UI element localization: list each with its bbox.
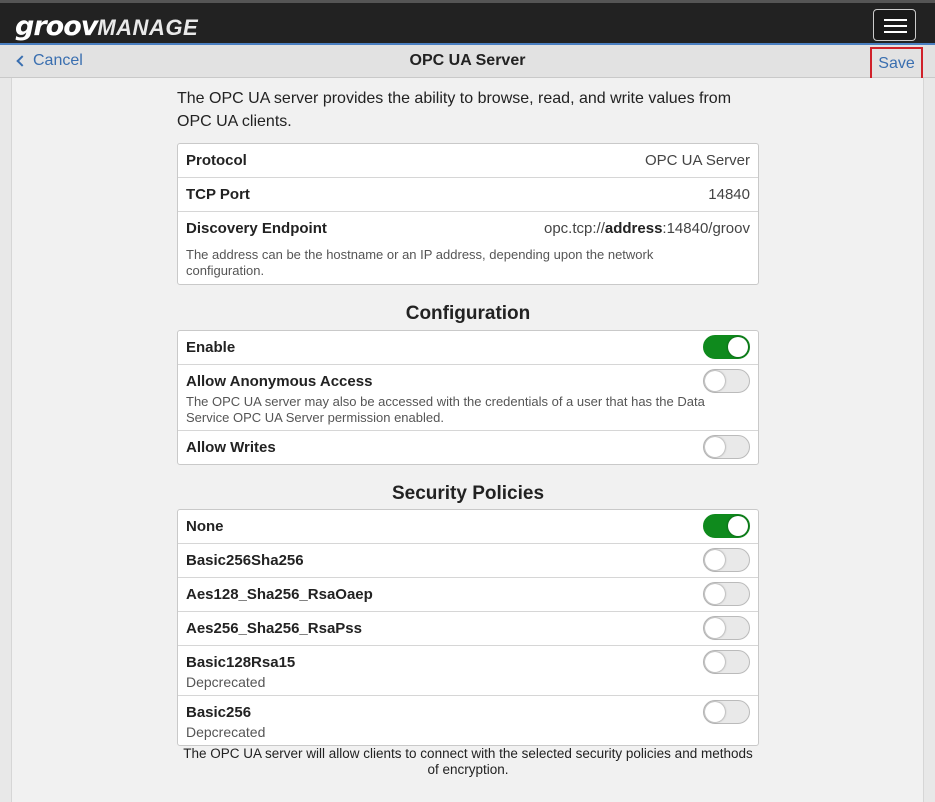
menu-bar-icon [884, 19, 907, 21]
toggle-knob [728, 337, 748, 357]
tcp-port-row: TCP Port 14840 [178, 178, 758, 212]
security-policy-label: Aes128_Sha256_RsaOaep [186, 586, 373, 603]
security-policy-row: Basic128Rsa15 Depcrecated [178, 646, 758, 696]
allow-writes-label: Allow Writes [186, 439, 276, 456]
security-policy-toggle[interactable] [703, 700, 750, 724]
security-policy-toggle[interactable] [703, 548, 750, 572]
toggle-knob [705, 652, 725, 672]
protocol-label: Protocol [186, 152, 247, 169]
security-policy-label: Basic256 [186, 704, 252, 721]
configuration-card: Enable Allow Anonymous Access The OPC UA… [177, 330, 759, 465]
protocol-value: OPC UA Server [644, 152, 750, 169]
security-policy-row: Basic256Sha256 [178, 544, 758, 578]
discovery-endpoint-row: Discovery Endpoint opc.tcp://address:148… [178, 212, 758, 284]
toggle-knob [705, 702, 725, 722]
endpoint-note: The address can be the hostname or an IP… [186, 247, 654, 278]
security-policy-deprecated-note: Depcrecated [186, 724, 266, 740]
allow-writes-toggle[interactable] [703, 435, 750, 459]
toggle-knob [705, 584, 725, 604]
page-title: OPC UA Server [409, 52, 526, 69]
configuration-heading: Configuration [405, 303, 531, 324]
endpoint-address: address [604, 220, 663, 237]
groov-manage-logo: groovMANAGE [15, 11, 198, 42]
tcp-port-label: TCP Port [186, 186, 250, 203]
security-policy-row: Basic256 Depcrecated [178, 696, 758, 745]
protocol-row: Protocol OPC UA Server [178, 144, 758, 178]
endpoint-suffix: :14840/groov [662, 220, 750, 237]
enable-label: Enable [186, 339, 236, 356]
enable-toggle[interactable] [703, 335, 750, 359]
security-policy-toggle[interactable] [703, 650, 750, 674]
tcp-port-value: 14840 [708, 186, 750, 203]
save-button[interactable]: Save [870, 47, 923, 80]
anonymous-access-row: Allow Anonymous Access The OPC UA server… [178, 365, 758, 431]
security-policy-label: Basic256Sha256 [186, 552, 304, 569]
security-policy-label: Aes256_Sha256_RsaPss [186, 620, 362, 637]
security-policy-toggle[interactable] [703, 582, 750, 606]
toggle-knob [705, 618, 725, 638]
navigation-bar: Cancel OPC UA Server Save [0, 43, 935, 80]
security-policy-row: None [178, 510, 758, 544]
security-policy-toggle[interactable] [703, 616, 750, 640]
security-policies-card: None Basic256Sha256 Aes128_Sha256_RsaOaep A… [177, 509, 759, 746]
allow-writes-row: Allow Writes [178, 431, 758, 464]
logo-groov-text: groov [15, 11, 98, 42]
toggle-knob [705, 371, 725, 391]
intro-text: The OPC UA server provides the ability t… [177, 90, 732, 130]
security-footnote: The OPC UA server will allow clients to … [183, 746, 753, 777]
top-bar: groovMANAGE [0, 0, 935, 43]
security-policy-deprecated-note: Depcrecated [186, 674, 266, 690]
menu-bar-icon [884, 31, 907, 33]
hamburger-menu-button[interactable] [873, 9, 916, 41]
security-policy-label: None [186, 518, 224, 535]
security-policy-toggle[interactable] [703, 514, 750, 538]
menu-bar-icon [884, 25, 907, 27]
enable-row: Enable [178, 331, 758, 365]
security-policy-label: Basic128Rsa15 [186, 654, 296, 671]
discovery-endpoint-value: opc.tcp://address:14840/groov [544, 220, 750, 237]
discovery-endpoint-label: Discovery Endpoint [186, 220, 327, 237]
security-policies-heading: Security Policies [391, 483, 545, 504]
anonymous-access-label: Allow Anonymous Access [186, 373, 373, 390]
logo-manage-text: MANAGE [97, 15, 199, 40]
toggle-knob [705, 437, 725, 457]
security-policy-row: Aes128_Sha256_RsaOaep [178, 578, 758, 612]
anonymous-access-note: The OPC UA server may also be accessed w… [186, 394, 705, 425]
anonymous-access-toggle[interactable] [703, 369, 750, 393]
server-info-card: Protocol OPC UA Server TCP Port 14840 Di… [177, 143, 759, 285]
endpoint-prefix: opc.tcp:// [544, 220, 605, 237]
main-content: The OPC UA server provides the ability t… [11, 78, 924, 802]
security-policy-row: Aes256_Sha256_RsaPss [178, 612, 758, 646]
toggle-knob [705, 550, 725, 570]
toggle-knob [728, 516, 748, 536]
